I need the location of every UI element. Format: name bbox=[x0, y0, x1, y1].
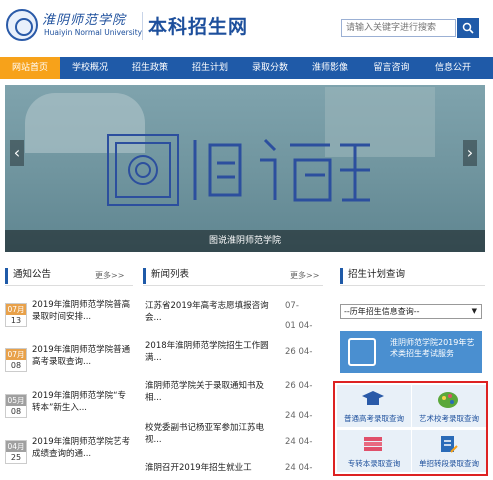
news-date: 24 04- bbox=[285, 437, 313, 447]
site-header: 淮阴师范学院 Huaiyin Normal University 本科招生网 bbox=[0, 0, 493, 57]
notice-date: 07月 13 bbox=[5, 303, 27, 327]
banner-caption-bar: 图说淮阴师范学院 bbox=[5, 230, 485, 252]
news-date: 07- bbox=[285, 301, 299, 311]
nav-item-home[interactable]: 网站首页 bbox=[0, 57, 60, 79]
nav-item-policy[interactable]: 招生政策 bbox=[120, 57, 180, 79]
news-title[interactable]: 淮阴师范学院关于录取通知书及相... bbox=[145, 380, 277, 404]
notice-title[interactable]: 2019年淮阴师范学院“专转本”新生入... bbox=[32, 391, 132, 414]
news-date: 01 04- bbox=[285, 321, 313, 331]
notices-title: 通知公告 bbox=[5, 268, 51, 284]
notice-date: 07月 08 bbox=[5, 348, 27, 372]
news-divider bbox=[143, 285, 323, 286]
notice-date: 04月 25 bbox=[5, 440, 27, 464]
site-title: 本科招生网 bbox=[148, 16, 249, 38]
nav-item-disclosure[interactable]: 信息公开 bbox=[423, 57, 483, 79]
carousel-next-arrow[interactable]: › bbox=[463, 140, 477, 166]
notice-item[interactable]: 07月 13 2019年淮阴师范学院普高录取时间安排... bbox=[5, 300, 133, 340]
search-input[interactable] bbox=[341, 19, 456, 37]
notice-title[interactable]: 2019年淮阴师范学院普高录取时间安排... bbox=[32, 300, 132, 323]
query-transfer-button[interactable]: 单招转段录取查询 bbox=[412, 430, 486, 472]
art-exam-banner[interactable]: 淮阴师范学院2019年艺术类招生考试服务 bbox=[340, 331, 482, 373]
news-date: 26 04- bbox=[285, 381, 313, 391]
news-title[interactable]: 校党委副书记杨亚军参加江苏电视... bbox=[145, 422, 277, 446]
banner-caption[interactable]: 图说淮阴师范学院 bbox=[5, 230, 485, 252]
logo-chinese-name[interactable]: 淮阴师范学院 bbox=[42, 9, 126, 28]
nav-item-consult[interactable]: 留言咨询 bbox=[360, 57, 423, 79]
query-general-button[interactable]: 普通高考录取查询 bbox=[337, 385, 411, 427]
nav-item-scores[interactable]: 录取分数 bbox=[240, 57, 300, 79]
notice-title[interactable]: 2019年淮阴师范学院艺考成绩查询的通... bbox=[32, 437, 132, 460]
document-icon bbox=[348, 338, 376, 366]
news-title[interactable]: 淮阴召开2019年招生就业工 bbox=[145, 462, 277, 474]
search-icon bbox=[462, 22, 474, 34]
university-seal-icon[interactable] bbox=[6, 9, 38, 41]
main-nav: 网站首页 学校概况 招生政策 招生计划 录取分数 淮师影像 留言咨询 信息公开 bbox=[0, 57, 493, 79]
news-date: 24 04- bbox=[285, 463, 313, 473]
banner-art-graphic bbox=[107, 134, 370, 206]
search-button[interactable] bbox=[457, 18, 479, 38]
history-select[interactable]: --历年招生信息查询-- ▼ bbox=[340, 304, 482, 319]
notice-date: 05月 08 bbox=[5, 394, 27, 418]
news-title[interactable]: 2018年淮阴师范学院招生工作圆满... bbox=[145, 340, 277, 364]
news-title: 新闻列表 bbox=[143, 268, 189, 284]
news-date: 24 04- bbox=[285, 411, 313, 421]
notices-divider bbox=[5, 285, 133, 286]
logo-english-name[interactable]: Huaiyin Normal University bbox=[44, 28, 142, 37]
nav-item-images[interactable]: 淮师影像 bbox=[300, 57, 360, 79]
document-edit-icon bbox=[441, 436, 458, 453]
notice-item[interactable]: 05月 08 2019年淮阴师范学院“专转本”新生入... bbox=[5, 391, 133, 431]
query-upgrade-button[interactable]: 专转本录取查询 bbox=[337, 430, 411, 472]
nav-item-overview[interactable]: 学校概况 bbox=[60, 57, 120, 79]
books-icon bbox=[364, 437, 382, 451]
news-date: 26 04- bbox=[285, 347, 313, 357]
art-exam-banner-text: 淮阴师范学院2019年艺术类招生考试服务 bbox=[390, 338, 475, 358]
plan-divider bbox=[340, 285, 485, 286]
notice-title[interactable]: 2019年淮阴师范学院普通高考录取查询... bbox=[32, 345, 132, 368]
graduation-cap-icon bbox=[362, 391, 384, 405]
logo-divider bbox=[142, 12, 143, 40]
hero-banner[interactable]: ‹ › 图说淮阴师范学院 bbox=[5, 85, 485, 252]
notices-more-link[interactable]: 更多>> bbox=[95, 270, 124, 281]
news-more-link[interactable]: 更多>> bbox=[290, 270, 319, 281]
palette-icon bbox=[438, 392, 458, 408]
carousel-prev-arrow[interactable]: ‹ bbox=[10, 140, 24, 166]
nav-item-plan[interactable]: 招生计划 bbox=[180, 57, 240, 79]
notice-item[interactable]: 04月 25 2019年淮阴师范学院艺考成绩查询的通... bbox=[5, 437, 133, 477]
notice-item[interactable]: 07月 08 2019年淮阴师范学院普通高考录取查询... bbox=[5, 345, 133, 385]
news-title[interactable]: 江苏省2019年高考志愿填报咨询会... bbox=[145, 300, 277, 324]
plan-title: 招生计划查询 bbox=[340, 268, 405, 284]
query-art-button[interactable]: 艺术校考录取查询 bbox=[412, 385, 486, 427]
chevron-down-icon: ▼ bbox=[471, 307, 477, 315]
query-buttons-highlight: 普通高考录取查询 艺术校考录取查询 专转本录取查询 单招转段录取查询 bbox=[333, 381, 488, 476]
